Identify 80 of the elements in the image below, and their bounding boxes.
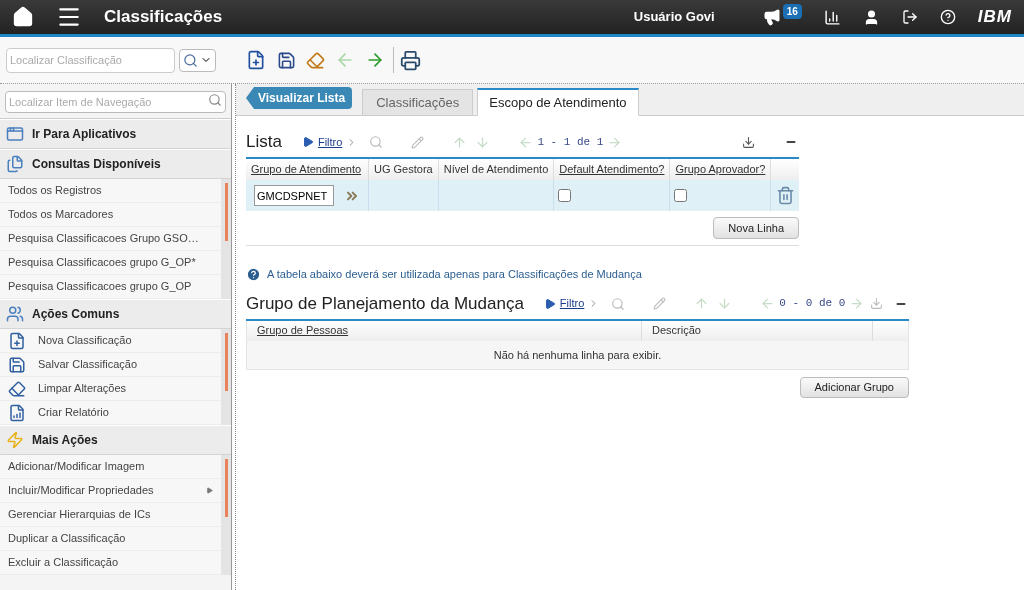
tab[interactable]: Classificações — [362, 89, 474, 115]
filter-link[interactable]: Filtro — [317, 133, 343, 151]
action-icon — [8, 355, 26, 374]
checkbox[interactable] — [558, 189, 572, 202]
previous-icon — [760, 296, 776, 311]
section-title: Mais Ações — [32, 432, 98, 449]
section-header[interactable]: Ações Comuns — [0, 299, 231, 329]
search-icon — [183, 52, 198, 68]
pager-text: 1 - 1 de 1 — [537, 134, 604, 150]
section-title: Ações Comuns — [32, 306, 120, 323]
sidebar-item[interactable]: Salvar Classificação — [0, 353, 221, 377]
sidebar-item[interactable]: Adicionar/Modificar Imagem — [0, 455, 221, 479]
section-header[interactable]: Mais Ações — [0, 425, 231, 455]
search-icon — [369, 135, 384, 149]
arrow-down-icon — [717, 296, 733, 311]
eraser-icon[interactable] — [306, 50, 325, 70]
lightning-icon — [6, 431, 24, 449]
save-icon[interactable] — [277, 50, 296, 70]
action-icon — [8, 403, 26, 422]
add-group-button[interactable]: Adicionar Grupo — [799, 377, 909, 398]
sidebar-item[interactable]: Incluir/Modificar Propriedades — [0, 479, 221, 503]
people-icon — [6, 305, 24, 323]
info-text: A tabela abaixo deverá ser utilizada apenas para Classificações de Mudança — [267, 267, 642, 282]
column-header: Descrição — [641, 319, 873, 341]
sidebar-item[interactable]: Todos os Registros — [0, 179, 221, 203]
search-icon — [208, 93, 222, 107]
pencil-icon — [411, 135, 425, 149]
column-header — [770, 158, 799, 180]
documents-icon — [6, 155, 24, 173]
section-title: Lista — [246, 131, 282, 154]
section-header[interactable]: Ir Para Aplicativos — [0, 119, 231, 149]
pager-text: 0 - 0 de 0 — [779, 296, 846, 312]
next-icon — [607, 134, 623, 150]
new-row-button[interactable]: Nova Linha — [713, 217, 799, 239]
printer-icon[interactable] — [400, 49, 421, 71]
new-record-icon[interactable] — [246, 50, 266, 70]
column-header[interactable]: Grupo de Pessoas — [246, 319, 642, 341]
section-title: Ir Para Aplicativos — [32, 126, 137, 143]
previous-icon — [518, 134, 534, 150]
help-icon[interactable] — [939, 9, 956, 25]
help-icon[interactable] — [246, 266, 261, 282]
logout-icon[interactable] — [901, 9, 918, 25]
back-button[interactable]: Visualizar Lista — [246, 87, 353, 109]
search-field[interactable]: Localizar Classificação — [6, 47, 175, 73]
filter-icon[interactable] — [301, 136, 314, 148]
sidebar-item[interactable]: Nova Classificação — [0, 329, 221, 353]
section-header[interactable]: Consultas Disponíveis — [0, 149, 231, 179]
next-icon — [849, 296, 865, 311]
group-field[interactable]: GMCDSPNET — [254, 185, 334, 206]
column-header — [872, 319, 909, 341]
scroll-thumb[interactable] — [224, 459, 228, 517]
action-icon — [8, 331, 26, 350]
tab[interactable]: Escopo de Atendimento — [477, 88, 639, 116]
filter-link[interactable]: Filtro — [559, 295, 585, 312]
delete-icon[interactable] — [775, 186, 795, 205]
search-button[interactable] — [179, 48, 216, 72]
sidebar-item[interactable]: Limpar Alterações — [0, 377, 221, 401]
user-name: Usuário Govi — [633, 8, 715, 27]
filter-icon[interactable] — [543, 297, 556, 310]
section-title: Consultas Disponíveis — [32, 156, 161, 173]
home-icon[interactable] — [12, 6, 34, 28]
scroll-thumb[interactable] — [224, 183, 228, 241]
submenu-arrow-icon — [206, 487, 213, 494]
notification-badge: 16 — [782, 3, 802, 19]
page-title: Classificações — [104, 6, 223, 29]
arrow-down-icon — [475, 134, 491, 150]
export-icon[interactable] — [742, 135, 755, 149]
megaphone-icon[interactable] — [762, 8, 781, 26]
scroll-thumb[interactable] — [224, 333, 228, 391]
search-icon — [611, 296, 626, 311]
navigation-search-field[interactable]: Localizar Item de Navegação — [5, 91, 226, 113]
empty-message: Não há nenhuma linha para exibir. — [493, 348, 662, 361]
brand-logo: IBM — [977, 6, 1012, 29]
pencil-icon — [653, 297, 667, 310]
action-icon — [8, 379, 26, 398]
section-title: Grupo de Planejamento da Mudança — [246, 292, 524, 315]
window-icon — [6, 125, 24, 143]
sidebar-item[interactable]: Excluir a Classificação — [0, 551, 221, 575]
checkbox[interactable] — [674, 189, 688, 202]
chart-icon[interactable] — [823, 8, 841, 26]
